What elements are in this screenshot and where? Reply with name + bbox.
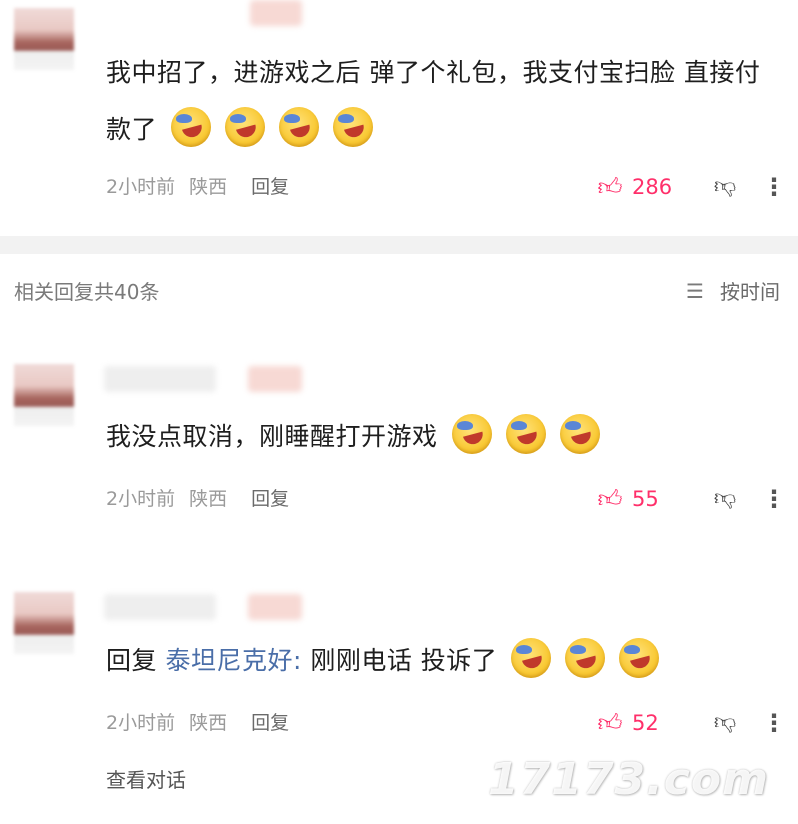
crying-face-emoji-icon (559, 414, 600, 454)
comment-actions: 👍︎ 52 👎︎ ⋮ (596, 708, 786, 738)
view-conversation-link[interactable]: 查看对话 (106, 764, 186, 793)
comment-text: 回复 泰坦尼克好: 刚刚电话 投诉了 (106, 632, 778, 689)
comment-actions: 👍︎ 286 👎︎ ⋮ (596, 172, 786, 202)
thumbs-up-icon[interactable]: 👍︎ (596, 485, 624, 513)
more-vertical-icon[interactable]: ⋮ (762, 708, 786, 738)
comment-meta: 2小时前 陕西 回复 (106, 708, 289, 738)
sort-label: 按时间 (720, 280, 780, 304)
reply-target-user[interactable]: 泰坦尼克好: (165, 646, 301, 675)
username-blurred[interactable] (104, 594, 216, 620)
like-count: 55 (632, 487, 659, 511)
more-vertical-icon[interactable]: ⋮ (762, 172, 786, 202)
crying-face-emoji-icon (225, 107, 266, 147)
like-count: 286 (632, 175, 673, 199)
crying-face-emoji-icon (619, 638, 660, 678)
reply-button[interactable]: 回复 (251, 712, 289, 734)
comment-item: 我中招了，进游戏之后 弹了个礼包，我支付宝扫脸 直接付款了 2小时前 陕西 回复 👍… (0, 0, 798, 236)
crying-face-emoji-icon (279, 107, 320, 147)
menu-lines-icon: ☰ (686, 278, 704, 303)
timestamp: 2小时前 (106, 176, 176, 198)
avatar[interactable] (14, 592, 74, 654)
location: 陕西 (189, 488, 228, 510)
username-badge-blurred (248, 594, 302, 620)
more-vertical-icon[interactable]: ⋮ (762, 484, 786, 514)
username-badge-blurred (248, 366, 302, 392)
comment-text: 我没点取消，刚睡醒打开游戏 (106, 408, 778, 465)
timestamp: 2小时前 (106, 712, 176, 734)
username-blurred[interactable] (250, 0, 302, 26)
replies-header: 相关回复共40条 ☰ 按时间 (0, 268, 798, 314)
site-watermark: 17173.com (488, 754, 769, 805)
crying-face-emoji-icon (451, 414, 492, 454)
thumbs-up-icon[interactable]: 👍︎ (596, 709, 624, 737)
crying-face-emoji-icon (511, 638, 552, 678)
crying-face-emoji-icon (171, 107, 212, 147)
comment-body: 我没点取消，刚睡醒打开游戏 (106, 422, 438, 451)
location: 陕西 (189, 176, 228, 198)
comment-meta: 2小时前 陕西 回复 (106, 172, 289, 202)
crying-face-emoji-icon (565, 638, 606, 678)
like-count: 52 (632, 711, 659, 735)
avatar[interactable] (14, 364, 74, 426)
section-divider (0, 236, 798, 254)
avatar[interactable] (14, 8, 74, 70)
timestamp: 2小时前 (106, 488, 176, 510)
crying-face-emoji-icon (333, 107, 374, 147)
thumbs-up-icon[interactable]: 👍︎ (596, 173, 624, 201)
comment-item: 我没点取消，刚睡醒打开游戏 2小时前 陕西 回复 👍︎ 55 👎︎ ⋮ (0, 360, 798, 560)
sort-by-time-button[interactable]: ☰ 按时间 (686, 276, 780, 305)
location: 陕西 (189, 712, 228, 734)
username-blurred[interactable] (104, 366, 216, 392)
reply-prefix: 回复 (106, 646, 158, 675)
reply-button[interactable]: 回复 (251, 176, 289, 198)
comment-text: 我中招了，进游戏之后 弹了个礼包，我支付宝扫脸 直接付款了 (106, 44, 778, 158)
comment-body: 刚刚电话 投诉了 (301, 646, 498, 675)
thumbs-down-icon[interactable]: 👎︎ (710, 708, 740, 738)
thumbs-down-icon[interactable]: 👎︎ (710, 484, 740, 514)
reply-button[interactable]: 回复 (251, 488, 289, 510)
thumbs-down-icon[interactable]: 👎︎ (710, 172, 740, 202)
comment-meta: 2小时前 陕西 回复 (106, 484, 289, 514)
comment-actions: 👍︎ 55 👎︎ ⋮ (596, 484, 786, 514)
replies-count-title: 相关回复共40条 (14, 280, 160, 304)
crying-face-emoji-icon (505, 414, 546, 454)
